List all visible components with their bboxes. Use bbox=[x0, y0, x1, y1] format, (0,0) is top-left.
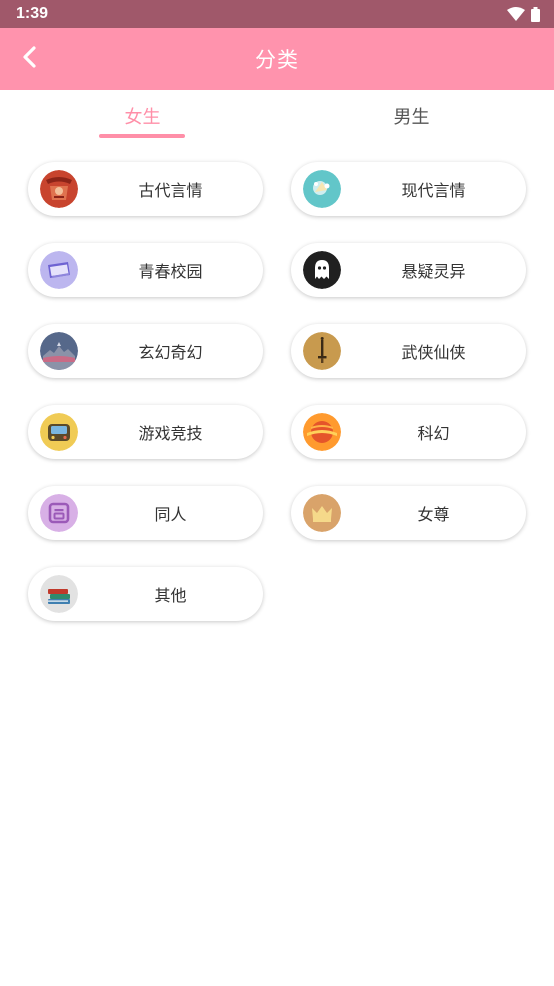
status-time: 1:39 bbox=[16, 5, 49, 22]
books-icon bbox=[40, 575, 78, 613]
ancient-romance-icon bbox=[40, 170, 78, 208]
category-label: 现代言情 bbox=[401, 181, 466, 200]
wifi-icon bbox=[507, 7, 525, 21]
status-icons bbox=[507, 6, 540, 22]
category-label: 悬疑灵异 bbox=[401, 262, 466, 281]
category-label: 古代言情 bbox=[138, 181, 203, 200]
game-controller-icon bbox=[40, 413, 78, 451]
category-mystery[interactable]: 悬疑灵异 bbox=[291, 243, 526, 297]
sword-icon bbox=[303, 332, 341, 370]
category-other[interactable]: 其他 bbox=[28, 567, 263, 621]
page-title: 分类 bbox=[255, 48, 299, 72]
category-scifi[interactable]: 科幻 bbox=[291, 405, 526, 459]
status-bar: 1:39 bbox=[0, 0, 554, 28]
gender-tabs: 女生 男生 bbox=[0, 90, 554, 146]
modern-romance-icon bbox=[303, 170, 341, 208]
campus-icon bbox=[40, 251, 78, 289]
category-label: 游戏竞技 bbox=[138, 424, 203, 443]
fan-fiction-icon bbox=[40, 494, 78, 532]
category-wuxia[interactable]: 武侠仙侠 bbox=[291, 324, 526, 378]
planet-icon bbox=[303, 413, 341, 451]
tab-boys[interactable]: 男生 bbox=[273, 90, 550, 142]
category-campus[interactable]: 青春校园 bbox=[28, 243, 263, 297]
chevron-left-icon bbox=[20, 46, 40, 72]
category-label: 武侠仙侠 bbox=[401, 343, 466, 362]
back-button[interactable] bbox=[8, 37, 52, 81]
category-label: 玄幻奇幻 bbox=[138, 343, 203, 362]
category-fan-fiction[interactable]: 同人 bbox=[28, 486, 263, 540]
battery-icon bbox=[531, 6, 540, 22]
category-label: 其他 bbox=[154, 586, 187, 605]
category-label: 女尊 bbox=[417, 505, 450, 524]
fantasy-icon bbox=[40, 332, 78, 370]
category-label: 同人 bbox=[154, 505, 187, 524]
category-ancient-romance[interactable]: 古代言情 bbox=[28, 162, 263, 216]
category-modern-romance[interactable]: 现代言情 bbox=[291, 162, 526, 216]
category-female-dominant[interactable]: 女尊 bbox=[291, 486, 526, 540]
app-bar: 分类 bbox=[0, 28, 554, 90]
category-fantasy[interactable]: 玄幻奇幻 bbox=[28, 324, 263, 378]
tab-indicator bbox=[99, 134, 185, 138]
crown-icon bbox=[303, 494, 341, 532]
category-label: 科幻 bbox=[417, 424, 450, 443]
ghost-icon bbox=[303, 251, 341, 289]
category-label: 青春校园 bbox=[138, 262, 203, 281]
category-gaming[interactable]: 游戏竞技 bbox=[28, 405, 263, 459]
